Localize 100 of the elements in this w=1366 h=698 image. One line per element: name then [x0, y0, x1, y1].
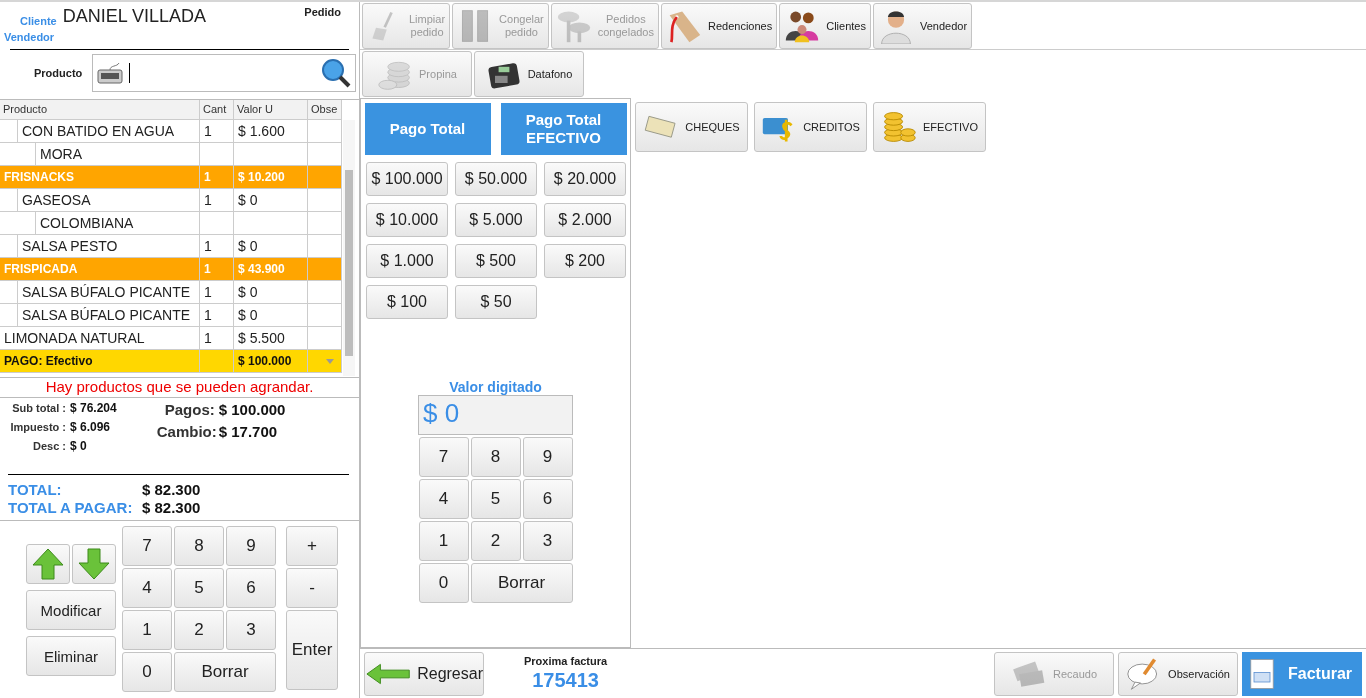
- key-button[interactable]: 3: [226, 610, 276, 650]
- table-cell: [308, 281, 342, 304]
- key-button[interactable]: -: [286, 568, 338, 608]
- bill-button[interactable]: $ 50.000: [455, 162, 537, 196]
- toolbar-button[interactable]: Vendedor: [872, 3, 973, 49]
- table-cell: COLOMBIANA: [0, 212, 200, 235]
- table-cell: GASEOSA: [0, 189, 200, 212]
- table-cell: [308, 304, 342, 327]
- table-cell: 1: [200, 258, 234, 281]
- table-cell: FRISNACKS: [0, 166, 200, 189]
- key-button[interactable]: 6: [226, 568, 276, 608]
- table-cell: PAGO: Efectivo: [0, 350, 200, 373]
- order-label: Pedido: [304, 6, 341, 18]
- table-cell: 1: [200, 166, 234, 189]
- bill-button[interactable]: $ 2.000: [544, 203, 626, 237]
- table-cell: $ 0: [234, 281, 308, 304]
- search-icon: [321, 58, 352, 88]
- payment-method-button[interactable]: CHEQUES: [635, 102, 748, 152]
- key-button[interactable]: 0: [122, 652, 172, 692]
- key-button[interactable]: 4: [418, 479, 469, 519]
- payment-value: $ 17.700: [218, 423, 278, 440]
- table-cell: [308, 143, 342, 166]
- table-cell: FRISPICADA: [0, 258, 200, 281]
- toolbar-button[interactable]: Datafono: [474, 51, 584, 97]
- payment-label: Pagos:: [163, 401, 215, 418]
- product-label: Producto: [34, 67, 83, 79]
- keyboard-icon: [97, 62, 124, 84]
- key-button[interactable]: 5: [174, 568, 224, 608]
- table-cell: $ 0: [234, 235, 308, 258]
- bill-button[interactable]: $ 200: [544, 244, 626, 278]
- table-cell: [308, 258, 342, 281]
- key-button[interactable]: 8: [174, 526, 224, 566]
- bill-button[interactable]: $ 50: [455, 285, 537, 319]
- table-cell: SALSA BÚFALO PICANTE: [0, 304, 200, 327]
- table-cell: [308, 189, 342, 212]
- total-label: TOTAL:: [8, 480, 63, 498]
- search-field[interactable]: [92, 54, 357, 92]
- key-button[interactable]: 4: [122, 568, 172, 608]
- table-cell: 1: [200, 281, 234, 304]
- table-cell: $ 100.000: [234, 350, 308, 373]
- key-button[interactable]: 6: [522, 479, 573, 519]
- table-cell: 1: [200, 327, 234, 350]
- client-name: DANIEL VILLADA: [62, 6, 207, 27]
- table-cell: [200, 143, 234, 166]
- table-cell: SALSA BÚFALO PICANTE: [0, 281, 200, 304]
- column-header: Valor U: [234, 100, 308, 120]
- key-button[interactable]: Enter: [286, 610, 338, 690]
- total-value: $ 82.300: [142, 498, 201, 516]
- payment-value: $ 100.000: [218, 401, 286, 418]
- column-header: Obse: [308, 100, 342, 120]
- key-button[interactable]: 1: [418, 521, 469, 561]
- bill-button[interactable]: $ 500: [455, 244, 537, 278]
- key-button[interactable]: 3: [522, 521, 573, 561]
- key-button[interactable]: 1: [122, 610, 172, 650]
- payment-method-button[interactable]: CREDITOS: [754, 102, 867, 152]
- payment-method-button[interactable]: EFECTIVO: [873, 102, 986, 152]
- bill-button[interactable]: $ 100.000: [366, 162, 448, 196]
- bill-button[interactable]: $ 10.000: [366, 203, 448, 237]
- action-button[interactable]: Modificar: [26, 590, 116, 630]
- coin-stack-icon: [881, 109, 917, 145]
- up-arrow-icon: [31, 547, 65, 581]
- table-cell: MORA: [0, 143, 200, 166]
- back-button[interactable]: Regresar: [364, 651, 484, 696]
- action-button[interactable]: Observación: [1118, 651, 1238, 696]
- left-arrow-icon: [365, 661, 412, 686]
- toolbar-button[interactable]: Clientes: [779, 3, 871, 49]
- bill-button[interactable]: $ 100: [366, 285, 448, 319]
- toolbar-button[interactable]: Redenciones: [661, 3, 778, 49]
- key-button[interactable]: 9: [226, 526, 276, 566]
- table-cell: $ 0: [234, 189, 308, 212]
- table-cell: 1: [200, 120, 234, 143]
- key-button[interactable]: +: [286, 526, 338, 566]
- table-cell: $ 5.500: [234, 327, 308, 350]
- key-button[interactable]: 0: [418, 563, 469, 603]
- table-cell: CON BATIDO EN AGUA: [0, 120, 200, 143]
- key-button[interactable]: 5: [470, 479, 521, 519]
- key-button[interactable]: 9: [522, 437, 573, 477]
- seller-label: Vendedor: [4, 31, 55, 43]
- up-button[interactable]: [26, 544, 70, 584]
- key-button[interactable]: 8: [470, 437, 521, 477]
- key-button[interactable]: 7: [122, 526, 172, 566]
- summary-label: Sub total :: [11, 402, 66, 414]
- bill-button[interactable]: $ 1.000: [366, 244, 448, 278]
- key-button[interactable]: Borrar: [470, 563, 573, 603]
- key-button[interactable]: 2: [470, 521, 521, 561]
- bill-button[interactable]: $ 20.000: [544, 162, 626, 196]
- down-button[interactable]: [72, 544, 116, 584]
- summary-label: Desc :: [31, 440, 66, 452]
- next-invoice-number: 175413: [532, 669, 599, 692]
- table-cell: $ 0: [234, 304, 308, 327]
- key-button[interactable]: 7: [418, 437, 469, 477]
- entry-label: Valor digitado: [449, 379, 542, 395]
- table-cell: 1: [200, 304, 234, 327]
- total-label: TOTAL A PAGAR:: [8, 498, 134, 516]
- bill-button[interactable]: $ 5.000: [455, 203, 537, 237]
- key-button[interactable]: Borrar: [174, 652, 276, 692]
- key-button[interactable]: 2: [174, 610, 224, 650]
- action-button[interactable]: Eliminar: [26, 636, 116, 676]
- caret-icon: [326, 358, 334, 364]
- summary-value: $ 0: [70, 439, 87, 453]
